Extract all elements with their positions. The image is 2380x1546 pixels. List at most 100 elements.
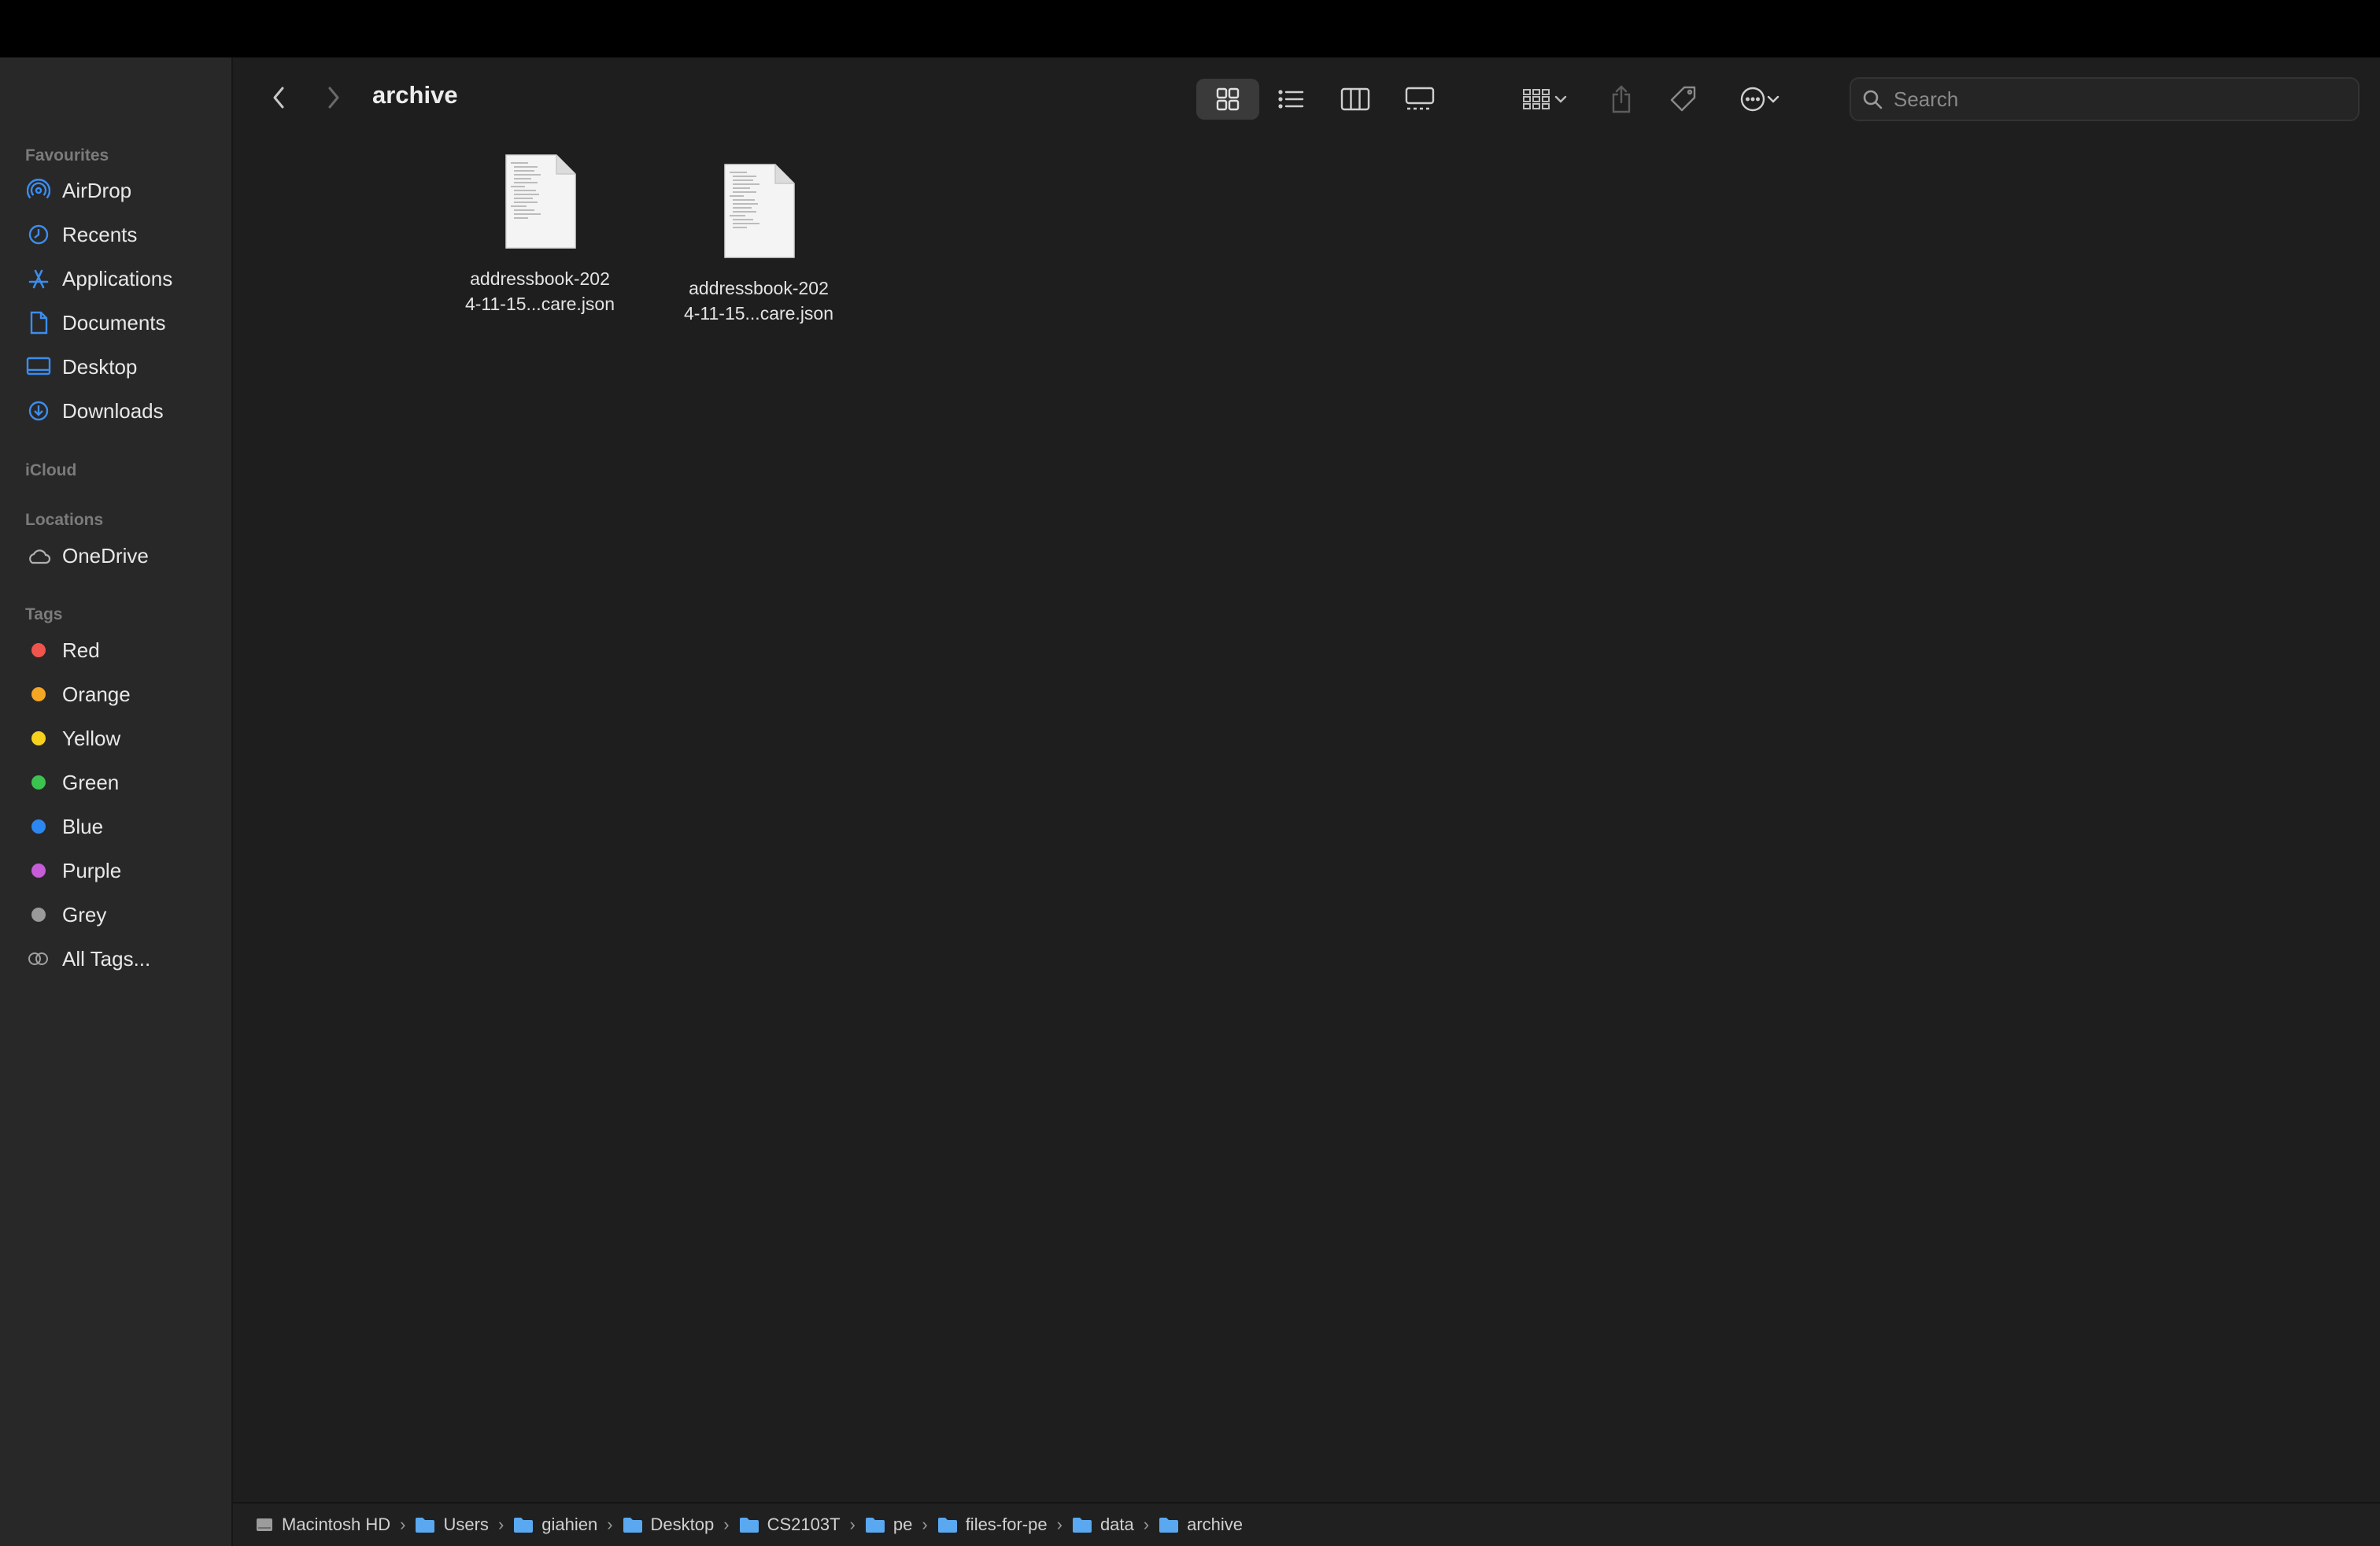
folder-icon <box>623 1516 643 1533</box>
tags-header: Tags <box>25 605 63 623</box>
search-input[interactable] <box>1892 86 2336 113</box>
column-view-button[interactable] <box>1327 79 1384 120</box>
airdrop-icon <box>25 177 52 204</box>
back-button[interactable] <box>264 80 293 115</box>
tag-label: Green <box>62 770 120 794</box>
path-label: data <box>1099 1515 1134 1534</box>
chevron-right-icon <box>328 87 339 109</box>
icloud-header: iCloud <box>25 461 77 479</box>
path-item-archive[interactable]: archive <box>1159 1515 1243 1535</box>
blue-tag-dot-icon <box>31 819 46 834</box>
folder-icon <box>415 1516 435 1533</box>
sidebar-item-recents[interactable]: Recents <box>25 215 222 254</box>
menu-bar <box>0 0 2380 57</box>
path-bar: Macintosh HD › Users › giahien › Desktop… <box>233 1502 2380 1546</box>
columns-icon <box>1340 87 1370 111</box>
yellow-tag-dot-icon <box>31 731 46 745</box>
tag-label: Blue <box>62 814 104 838</box>
icon-view-button[interactable] <box>1196 79 1259 120</box>
sidebar-item-label: Recents <box>62 222 138 246</box>
json-file-icon <box>505 154 576 249</box>
red-tag-dot-icon <box>31 643 46 657</box>
download-icon <box>25 398 52 424</box>
tag-grey[interactable]: Grey <box>25 895 222 934</box>
path-item-desktop[interactable]: Desktop <box>623 1515 714 1535</box>
sidebar-item-applications[interactable]: Applications <box>25 259 222 298</box>
sidebar-item-onedrive[interactable]: OneDrive <box>25 536 222 575</box>
path-separator-icon: › <box>497 1515 504 1534</box>
orange-tag-dot-icon <box>31 687 46 701</box>
sidebar-item-label: OneDrive <box>62 543 149 568</box>
json-file-icon <box>724 164 795 258</box>
sidebar-item-documents[interactable]: Documents <box>25 303 222 342</box>
clock-icon <box>25 221 52 248</box>
hard-drive-icon <box>255 1515 274 1534</box>
tag-icon <box>1670 86 1696 112</box>
desktop-icon <box>25 353 52 380</box>
path-label: CS2103T <box>767 1515 841 1534</box>
path-item-giahien[interactable]: giahien <box>513 1515 597 1535</box>
search-field[interactable] <box>1850 77 2360 121</box>
document-icon <box>25 309 52 336</box>
file-name-line-2: 4-11-15...care.json <box>683 303 834 324</box>
folder-icon <box>1159 1516 1179 1533</box>
path-label: Users <box>443 1515 489 1534</box>
share-button[interactable] <box>1602 79 1640 120</box>
tag-red[interactable]: Red <box>25 631 222 670</box>
path-label: Macintosh HD <box>282 1515 391 1534</box>
file-item[interactable]: addressbook-202 4-11-15...care.json <box>668 163 849 326</box>
path-separator-icon: › <box>849 1515 856 1534</box>
tag-yellow[interactable]: Yellow <box>25 719 222 758</box>
chevron-down-icon <box>1554 95 1567 103</box>
tag-label: Grey <box>62 902 107 926</box>
more-actions-button[interactable] <box>1728 79 1791 120</box>
path-item-pe[interactable]: pe <box>865 1515 912 1535</box>
tag-label: Red <box>62 638 100 662</box>
green-tag-dot-icon <box>31 775 46 790</box>
folder-icon <box>1072 1516 1092 1533</box>
sidebar-item-desktop[interactable]: Desktop <box>25 347 222 386</box>
list-view-button[interactable] <box>1262 79 1319 120</box>
path-separator-icon: › <box>400 1515 406 1534</box>
forward-button[interactable] <box>320 80 348 115</box>
gallery-view-button[interactable] <box>1391 79 1448 120</box>
sidebar-item-downloads[interactable]: Downloads <box>25 391 222 431</box>
folder-icon <box>937 1516 958 1533</box>
list-icon <box>1278 90 1304 109</box>
folder-icon <box>513 1516 534 1533</box>
tag-label: Purple <box>62 858 122 882</box>
path-separator-icon: › <box>1056 1515 1062 1534</box>
all-tags-label: All Tags... <box>62 946 151 971</box>
file-item[interactable]: addressbook-202 4-11-15...care.json <box>449 153 630 316</box>
ellipsis-circle-icon <box>1740 87 1765 112</box>
locations-header: Locations <box>25 511 104 529</box>
tag-purple[interactable]: Purple <box>25 851 222 890</box>
all-tags[interactable]: All Tags... <box>25 939 222 978</box>
path-item-cs2103t[interactable]: CS2103T <box>739 1515 841 1535</box>
gallery-icon <box>1405 87 1435 110</box>
tag-button[interactable] <box>1664 79 1702 120</box>
path-label: giahien <box>541 1515 598 1534</box>
tag-green[interactable]: Green <box>25 763 222 802</box>
path-item-users[interactable]: Users <box>415 1515 489 1535</box>
favourites-header: Favourites <box>25 146 109 165</box>
sidebar-item-airdrop[interactable]: AirDrop <box>25 171 222 210</box>
grey-tag-dot-icon <box>31 908 46 922</box>
folder-icon <box>739 1516 759 1533</box>
tag-label: Orange <box>62 682 131 706</box>
path-item-files-for-pe[interactable]: files-for-pe <box>937 1515 1048 1535</box>
tag-orange[interactable]: Orange <box>25 675 222 714</box>
purple-tag-dot-icon <box>31 864 46 878</box>
tag-label: Yellow <box>62 726 121 750</box>
tag-blue[interactable]: Blue <box>25 807 222 846</box>
path-item-macintosh-hd[interactable]: Macintosh HD <box>255 1515 390 1535</box>
path-label: files-for-pe <box>965 1515 1048 1534</box>
path-separator-icon: › <box>922 1515 928 1534</box>
group-by-button[interactable] <box>1511 79 1579 120</box>
all-tags-icon <box>25 945 52 972</box>
path-item-data[interactable]: data <box>1072 1515 1134 1535</box>
folder-icon <box>865 1516 885 1533</box>
sidebar-item-label: AirDrop <box>62 178 132 202</box>
cloud-icon <box>25 542 52 569</box>
sidebar-item-label: Desktop <box>62 354 138 379</box>
